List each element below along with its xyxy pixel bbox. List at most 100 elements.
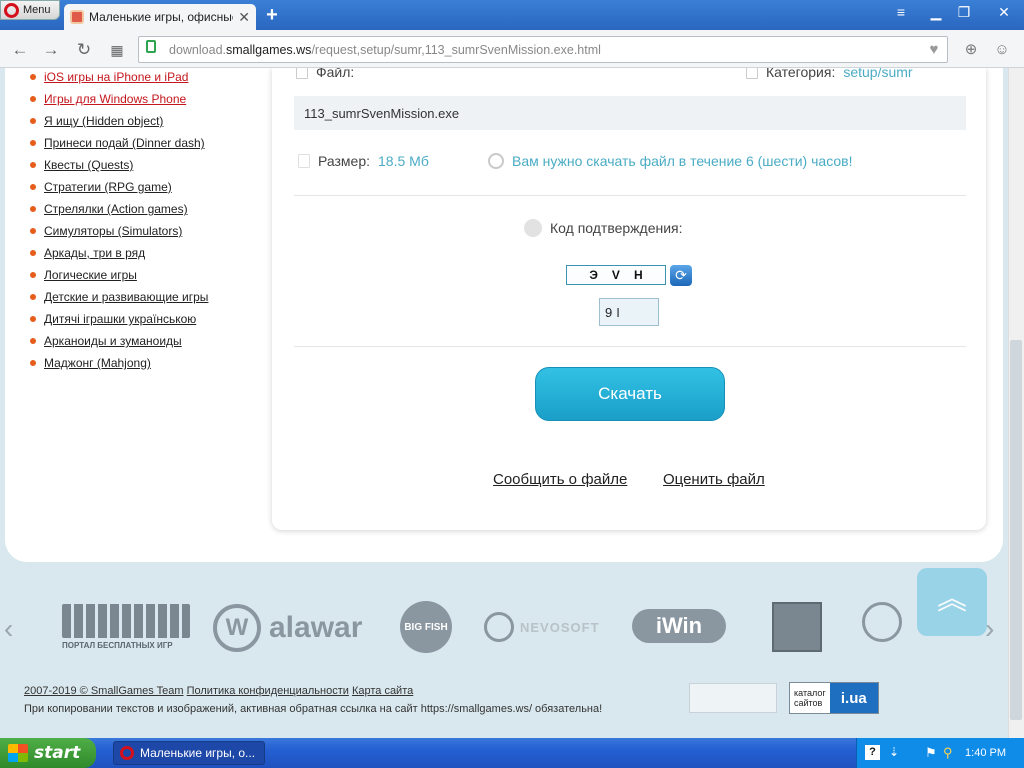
category-link[interactable]: Логические игры bbox=[30, 264, 208, 286]
opera-menu-button[interactable]: Menu bbox=[0, 0, 60, 20]
opera-taskbar-icon bbox=[120, 746, 134, 760]
category-value[interactable]: setup/sumr bbox=[843, 68, 912, 80]
partner-logo-tower[interactable] bbox=[772, 602, 822, 652]
category-link[interactable]: Я ищу (Hidden object) bbox=[30, 110, 208, 132]
category-link[interactable]: Стратегии (RPG game) bbox=[30, 176, 208, 198]
captcha-input[interactable]: 9 I bbox=[599, 298, 659, 326]
download-button[interactable]: Скачать bbox=[535, 367, 725, 421]
iwin-logo[interactable]: iWin bbox=[632, 609, 726, 643]
captcha-image: Э V Н bbox=[566, 265, 666, 285]
minimize-window-button[interactable]: ▁ bbox=[924, 2, 948, 24]
size-value: 18.5 Мб bbox=[378, 153, 429, 169]
reload-button[interactable]: ↻ bbox=[73, 39, 95, 61]
close-window-button[interactable]: ✕ bbox=[992, 2, 1016, 24]
category-link[interactable]: Арканоиды и зуманоиды bbox=[30, 330, 208, 352]
sitemap-link[interactable]: Карта сайта bbox=[352, 685, 413, 697]
bigfish-logo[interactable]: BIG FISH bbox=[400, 601, 452, 653]
privacy-link[interactable]: Политика конфиденциальности bbox=[187, 685, 349, 697]
category-label: Категория: bbox=[766, 68, 836, 80]
category-link[interactable]: Аркады, три в ряд bbox=[30, 242, 208, 264]
new-tab-button[interactable]: + bbox=[262, 5, 282, 25]
taskbar-window-button[interactable]: Маленькие игры, о... bbox=[113, 741, 265, 765]
myplaycity-caption: ПОРТАЛ БЕСПЛАТНЫХ ИГР bbox=[62, 641, 173, 650]
restore-window-button[interactable]: ❐ bbox=[952, 2, 976, 24]
opera-menu-label: Menu bbox=[23, 4, 51, 16]
clock-icon bbox=[488, 153, 504, 169]
back-button[interactable]: ← bbox=[9, 39, 31, 61]
network-tray-icon[interactable]: ⚑ bbox=[925, 745, 937, 761]
copyright-link[interactable]: 2007-2019 © SmallGames Team bbox=[24, 685, 184, 697]
category-row: Категория: setup/sumr bbox=[746, 68, 913, 80]
iwin-text: iWin bbox=[655, 613, 703, 638]
category-link[interactable]: Дитячі іграшки українською bbox=[30, 308, 208, 330]
text-cursor-icon: I bbox=[616, 304, 620, 320]
opera-logo-icon bbox=[4, 2, 19, 18]
deadline-text: Вам нужно скачать файл в течение 6 (шест… bbox=[512, 153, 853, 169]
size-label: Размер: bbox=[318, 153, 371, 169]
alawar-logo[interactable]: W alawar bbox=[213, 604, 362, 652]
url-path: /request,setup/sumr,113_sumrSvenMission.… bbox=[311, 42, 601, 57]
file-label-row: Файл: bbox=[296, 68, 354, 80]
address-bar[interactable]: download. smallgames.ws/request,setup/sum… bbox=[138, 36, 948, 63]
divider bbox=[294, 346, 966, 347]
category-link[interactable]: Маджонг (Mahjong) bbox=[30, 352, 208, 374]
category-link[interactable]: Детские и развивающие игры bbox=[30, 286, 208, 308]
captcha-label-row: Код подтверждения: bbox=[524, 219, 683, 237]
lock-icon bbox=[524, 219, 542, 237]
category-link[interactable]: Игры для Windows Phone bbox=[30, 88, 208, 110]
windows-flag-icon bbox=[8, 744, 28, 762]
filename-field: 113_sumrSvenMission.exe bbox=[294, 96, 966, 130]
forward-button[interactable]: → bbox=[40, 39, 62, 61]
taskbar-window-label: Маленькие игры, о... bbox=[140, 746, 256, 760]
captcha-input-value: 9 bbox=[605, 304, 613, 320]
download-button-label: Скачать bbox=[598, 384, 662, 403]
tab-menu-icon[interactable]: ≡ bbox=[889, 2, 913, 24]
copy-notice: При копировании текстов и изображений, а… bbox=[24, 703, 603, 715]
report-file-link[interactable]: Сообщить о файле bbox=[493, 471, 627, 488]
nevosoft-logo[interactable]: NEVOSOFT bbox=[484, 612, 600, 642]
category-link[interactable]: Симуляторы (Simulators) bbox=[30, 220, 208, 242]
size-row: Размер: 18.5 Мб bbox=[298, 153, 429, 169]
captcha-char: V bbox=[611, 268, 620, 282]
url-prefix: download. bbox=[169, 42, 226, 57]
category-icon bbox=[746, 68, 758, 79]
catalog-brand: i.ua bbox=[829, 683, 878, 713]
heart-bookmark-icon[interactable]: ♥ bbox=[923, 39, 945, 61]
iua-catalog-badge[interactable]: каталог сайтов i.ua bbox=[789, 682, 879, 714]
category-list: iOS игры на iPhone и iPad Игры для Windo… bbox=[30, 68, 208, 374]
category-link[interactable]: Принеси подай (Dinner dash) bbox=[30, 132, 208, 154]
catalog-line2: сайтов bbox=[794, 698, 823, 708]
rate-file-link[interactable]: Оценить файл bbox=[663, 471, 765, 488]
nevosoft-text: NEVOSOFT bbox=[520, 619, 600, 635]
speed-dial-icon[interactable]: ▦ bbox=[106, 39, 128, 61]
close-tab-icon[interactable]: ✕ bbox=[238, 9, 250, 26]
browser-tab[interactable]: Маленькие игры, офисные ✕ bbox=[64, 4, 256, 30]
category-link[interactable]: iOS игры на iPhone и iPad bbox=[30, 68, 208, 88]
site-favicon-icon bbox=[70, 10, 84, 24]
category-link[interactable]: Квесты (Quests) bbox=[30, 154, 208, 176]
file-icon bbox=[296, 68, 308, 79]
scroll-to-top-button[interactable]: ︽ bbox=[917, 568, 987, 636]
alawar-text: alawar bbox=[269, 611, 363, 644]
account-icon[interactable]: ☺ bbox=[991, 39, 1013, 61]
catalog-line1: каталог bbox=[794, 688, 826, 698]
category-link[interactable]: Стрелялки (Action games) bbox=[30, 198, 208, 220]
counter-badge[interactable] bbox=[689, 683, 777, 713]
file-label: Файл: bbox=[316, 68, 355, 80]
secure-lock-icon bbox=[146, 40, 156, 53]
deadline-row: Вам нужно скачать файл в течение 6 (шест… bbox=[488, 153, 852, 169]
carousel-prev-icon[interactable]: ‹ bbox=[4, 613, 13, 645]
downloads-icon[interactable]: ⊕ bbox=[960, 39, 982, 61]
partner-logo-goldie[interactable] bbox=[860, 602, 904, 652]
start-button[interactable]: start bbox=[0, 738, 96, 768]
clock: 1:40 PM bbox=[965, 747, 1006, 759]
download-card: Файл: Категория: setup/sumr 113_sumrSven… bbox=[272, 68, 986, 530]
help-tray-icon[interactable]: ? bbox=[865, 745, 880, 760]
footer-links: 2007-2019 © SmallGames Team Политика кон… bbox=[24, 685, 413, 697]
myplaycity-logo[interactable]: ПОРТАЛ БЕСПЛАТНЫХ ИГР bbox=[62, 604, 190, 654]
tray-arrow-icon[interactable]: ⇣ bbox=[889, 745, 899, 759]
scrollbar-thumb[interactable] bbox=[1010, 340, 1022, 720]
system-tray: ? ⇣ ⚑ ⚲ 1:40 PM bbox=[856, 738, 1024, 768]
search-tray-icon[interactable]: ⚲ bbox=[943, 745, 953, 761]
refresh-captcha-button[interactable]: ⟳ bbox=[670, 265, 692, 286]
